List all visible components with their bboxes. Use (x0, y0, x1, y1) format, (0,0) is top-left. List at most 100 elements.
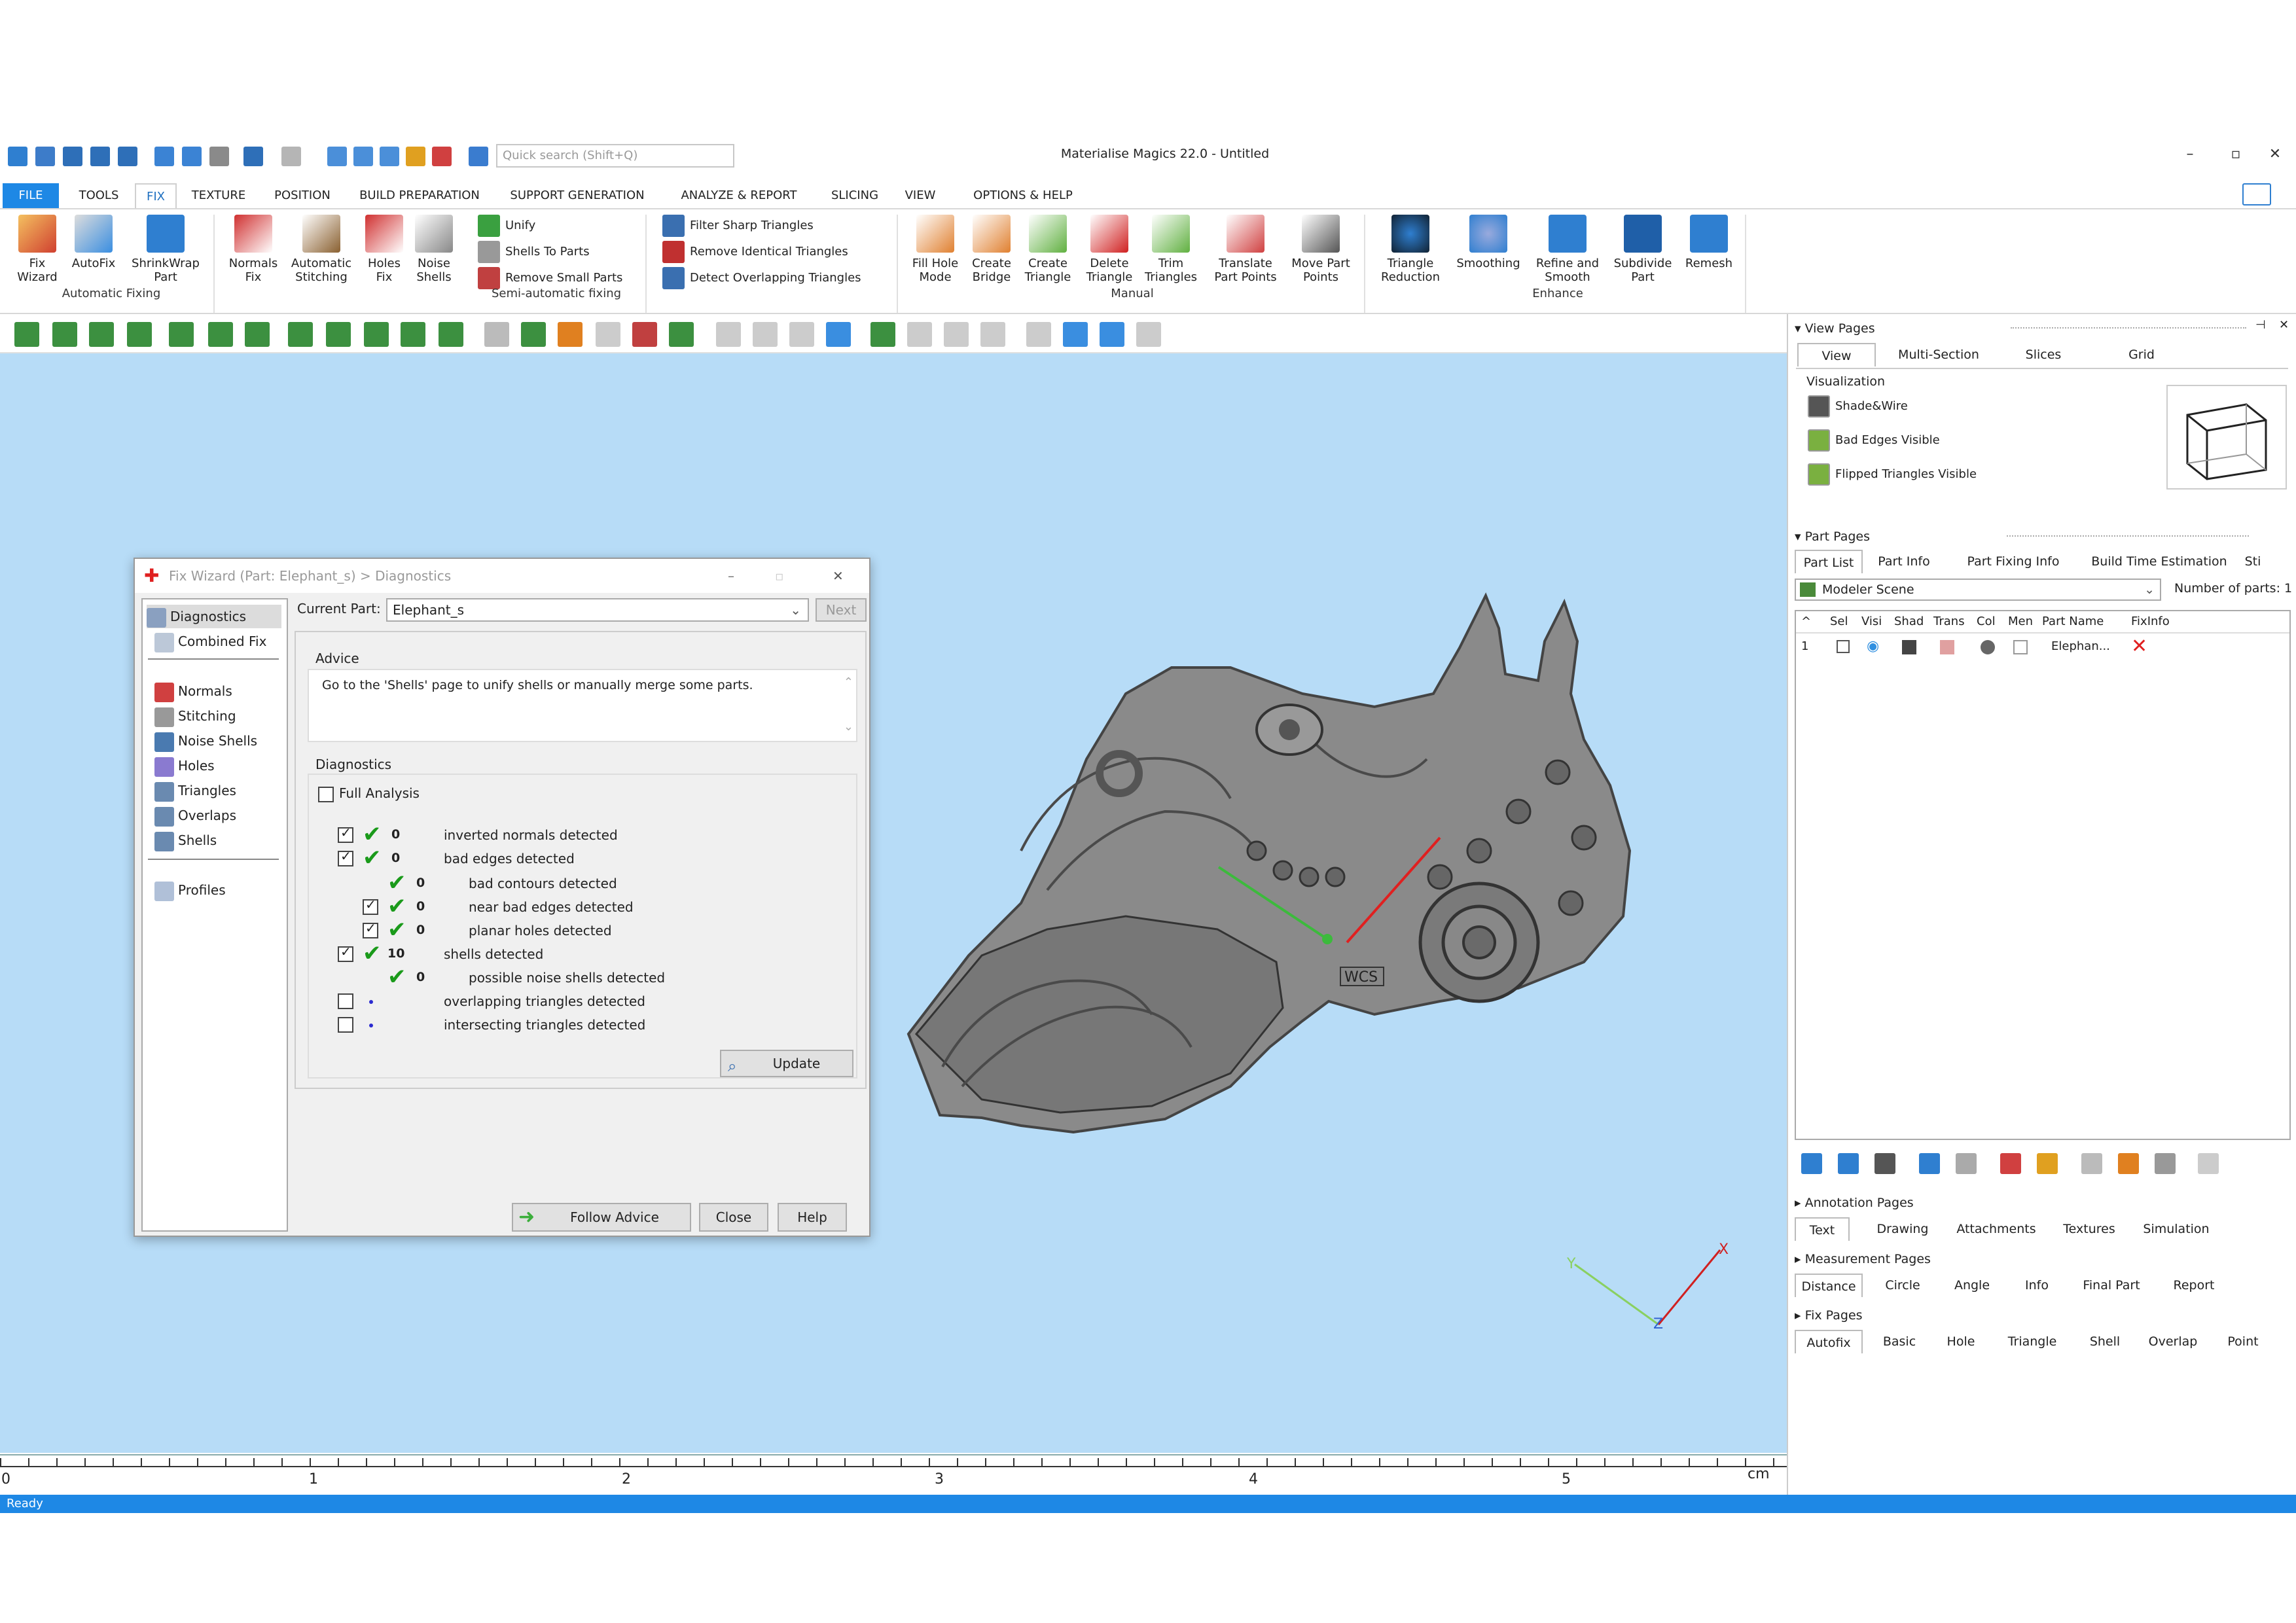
delete-marked-icon[interactable] (632, 322, 657, 347)
import-icon[interactable] (154, 147, 174, 166)
tab-simulation[interactable]: Simulation (2134, 1217, 2219, 1241)
create-bridge-button[interactable]: Create Bridge (963, 215, 1020, 284)
select-wheel-icon[interactable] (401, 322, 425, 347)
tab-attachments[interactable]: Attachments (1950, 1217, 2042, 1241)
settings-icon[interactable] (2242, 183, 2271, 205)
select-icon[interactable] (327, 147, 347, 166)
nav-normals[interactable]: Normals (154, 679, 232, 703)
extract-icon[interactable] (669, 322, 694, 347)
zoom-selection-icon[interactable] (432, 147, 452, 166)
unmark-curve-icon[interactable] (1026, 322, 1051, 347)
scene-select[interactable]: Modeler Scene ⌄ (1795, 579, 2161, 601)
dialog-maximize-button[interactable]: ▫ (775, 559, 784, 593)
dialog-minimize-button[interactable]: – (728, 559, 734, 593)
tab-truncated[interactable]: Sti (2240, 550, 2266, 573)
tab-fix[interactable]: FIX (135, 183, 177, 208)
autofix-button[interactable]: AutoFix (65, 215, 122, 270)
tab-slices[interactable]: Slices (2004, 343, 2083, 366)
fix-wizard-button[interactable]: Fix Wizard (9, 215, 65, 284)
tab-part-fixing-info[interactable]: Part Fixing Info (1948, 550, 2079, 573)
tab-report[interactable]: Report (2161, 1274, 2227, 1297)
select-wave-icon[interactable] (288, 322, 313, 347)
triangle-reduction-button[interactable]: Triangle Reduction (1374, 215, 1446, 284)
select-all-icon[interactable] (484, 322, 509, 347)
close-icon[interactable]: ✕ (2279, 318, 2289, 332)
col-col[interactable]: Col (1977, 611, 1996, 632)
sort-icon[interactable]: ^ (1801, 611, 1811, 632)
grow-icon[interactable] (326, 322, 351, 347)
delete-triangle-button[interactable]: Delete Triangle (1081, 215, 1138, 284)
select-parts-icon[interactable] (1874, 1153, 1895, 1174)
elephant-model[interactable] (906, 592, 1632, 1134)
select-marked-icon[interactable] (558, 322, 583, 347)
tab-point[interactable]: Point (2214, 1330, 2272, 1353)
unify-button[interactable]: Unify (478, 213, 535, 238)
maximize-button[interactable]: ▫ (2216, 141, 2255, 168)
tab-multi-section[interactable]: Multi-Section (1886, 343, 1991, 366)
scroll-down-icon[interactable]: ⌄ (844, 720, 853, 734)
nav-overlaps[interactable]: Overlaps (154, 804, 236, 827)
export-icon[interactable] (182, 147, 202, 166)
tab-build-time-estimation[interactable]: Build Time Estimation (2085, 550, 2233, 573)
tab-info[interactable]: Info (2011, 1274, 2063, 1297)
col-fixinfo[interactable]: FixInfo (2131, 611, 2170, 632)
invert-icon[interactable] (596, 322, 620, 347)
col-trans[interactable]: Trans (1933, 611, 1965, 632)
new-file-icon[interactable] (35, 147, 55, 166)
tab-view[interactable]: VIEW (897, 183, 944, 208)
nav-profiles[interactable]: Profiles (154, 878, 226, 902)
nav-diagnostics[interactable]: Diagnostics (147, 605, 281, 628)
planar-holes-checkbox[interactable] (363, 920, 378, 938)
filter-sharp-triangles-button[interactable]: Filter Sharp Triangles (662, 213, 814, 238)
tab-texture[interactable]: TEXTURE (185, 183, 253, 208)
transparency-icon[interactable] (1940, 640, 1954, 654)
nav-holes[interactable]: Holes (154, 754, 215, 777)
reverse-icon[interactable] (1063, 322, 1088, 347)
visibility-icon[interactable] (1838, 1153, 1859, 1174)
select-plane-icon[interactable] (52, 322, 77, 347)
app-icon[interactable] (8, 147, 27, 166)
select-lasso-icon[interactable] (208, 322, 233, 347)
select-checkbox[interactable] (1837, 640, 1850, 653)
tab-part-info[interactable]: Part Info (1868, 550, 1940, 573)
mesh-icon[interactable] (2013, 640, 2028, 654)
part-pages-header[interactable]: ▾ Part Pages (1795, 525, 1870, 548)
tab-angle[interactable]: Angle (1943, 1274, 2001, 1297)
tab-text[interactable]: Text (1795, 1217, 1850, 1241)
flipped-triangles-option[interactable]: Flipped Triangles Visible (1808, 462, 1977, 487)
shrinkwrap-button[interactable]: ShrinkWrap Part (130, 215, 202, 284)
invert-marked-icon[interactable] (870, 322, 895, 347)
select-surface-icon[interactable] (89, 322, 114, 347)
clear-marks-icon[interactable] (1136, 322, 1161, 347)
unload-part-icon[interactable] (2037, 1153, 2058, 1174)
tab-triangle[interactable]: Triangle (1996, 1330, 2068, 1353)
noise-shells-button[interactable]: Noise Shells (406, 215, 462, 284)
col-sel[interactable]: Sel (1830, 611, 1848, 632)
tab-basic[interactable]: Basic (1873, 1330, 1926, 1353)
refine-smooth-button[interactable]: Refine and Smooth (1532, 215, 1604, 284)
stack-icon[interactable] (2155, 1153, 2176, 1174)
zoom-icon[interactable] (406, 147, 425, 166)
near-bad-edges-checkbox[interactable] (363, 897, 378, 915)
move-part-points-button[interactable]: Move Part Points (1287, 215, 1355, 284)
dialog-close-button[interactable]: ✕ (833, 559, 844, 593)
tab-view-page[interactable]: View (1797, 343, 1876, 366)
remesh-button[interactable]: Remesh (1681, 215, 1737, 270)
col-men[interactable]: Men (2008, 611, 2033, 632)
update-button[interactable]: ⌕ Update (720, 1050, 853, 1077)
save-icon[interactable] (90, 147, 110, 166)
subdivide-part-button[interactable]: Subdivide Part (1610, 215, 1676, 284)
col-visi[interactable]: Visi (1861, 611, 1882, 632)
tab-overlap[interactable]: Overlap (2140, 1330, 2206, 1353)
redo-icon[interactable] (281, 147, 301, 166)
table-row[interactable]: 1 ◉ Elephan... ✕ (1796, 635, 2289, 658)
close-dialog-button[interactable]: Close (699, 1203, 768, 1232)
normals-fix-button[interactable]: Normals Fix (225, 215, 281, 284)
current-part-select[interactable]: Elephant_s ⌄ (386, 598, 809, 622)
color-icon[interactable] (1981, 640, 1995, 654)
shade-wire-option[interactable]: Shade&Wire (1808, 394, 1908, 419)
view-pages-header[interactable]: ▾ View Pages (1795, 317, 1875, 340)
shells-to-parts-button[interactable]: Shells To Parts (478, 240, 590, 264)
measurement-pages-header[interactable]: ▸ Measurement Pages (1795, 1247, 1931, 1271)
tab-position[interactable]: POSITION (264, 183, 340, 208)
